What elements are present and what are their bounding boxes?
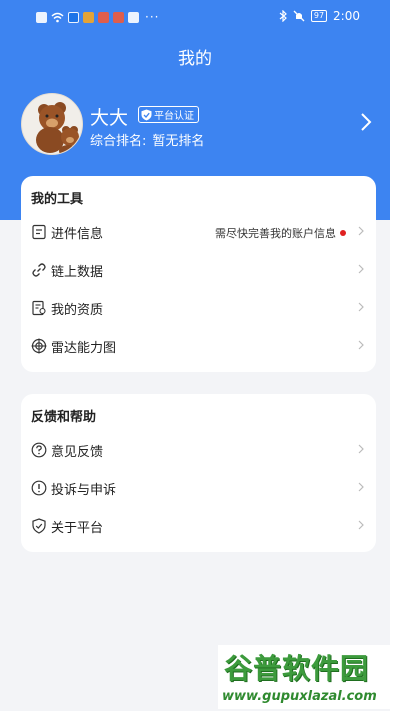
chevron-right-icon	[358, 226, 364, 236]
profile-screen: ··· 97 2:00 我的 大大 平台认证 综合排名: 暂无排名 我的工具 进…	[0, 0, 390, 711]
help-card: 反馈和帮助 意见反馈 投诉与申诉 关于平台	[21, 394, 376, 552]
tool-item-label: 链上数据	[51, 265, 104, 280]
help-item-feedback[interactable]: 意见反馈	[21, 432, 376, 468]
help-item-label: 关于平台	[51, 521, 104, 536]
exclamation-circle-icon	[31, 480, 47, 496]
tool-item-label: 雷达能力图	[51, 341, 117, 356]
tool-item-application-info[interactable]: 进件信息 需尽快完善我的账户信息	[21, 214, 376, 250]
status-bar: ··· 97 2:00	[0, 0, 390, 34]
rank-row: 综合排名: 暂无排名	[90, 130, 204, 149]
watermark-url: www.gupuxlazal.com	[222, 689, 377, 704]
app-notification-icon	[83, 11, 94, 23]
site-watermark: 谷普软件园 www.gupuxlazal.com	[218, 645, 396, 709]
tool-item-label: 我的资质	[51, 303, 104, 318]
help-card-title: 反馈和帮助	[31, 410, 97, 425]
help-item-label: 投诉与申诉	[51, 483, 117, 498]
help-item-label: 意见反馈	[51, 445, 104, 460]
chevron-right-icon	[358, 302, 364, 312]
chevron-right-icon	[358, 340, 364, 350]
verified-badge: 平台认证	[138, 106, 199, 123]
document-icon	[32, 224, 46, 240]
notification-icons: ···	[36, 10, 159, 24]
app-notification-icon	[128, 11, 139, 23]
avatar[interactable]	[21, 93, 83, 155]
radar-icon	[31, 338, 47, 354]
tools-card: 我的工具 进件信息 需尽快完善我的账户信息 链上数据 我的资质 雷达能力图	[21, 176, 376, 372]
mute-bell-icon	[293, 10, 305, 22]
link-icon	[32, 263, 46, 277]
shield-check-icon	[141, 109, 152, 120]
app-notification-icon	[68, 11, 79, 23]
tool-item-radar-chart[interactable]: 雷达能力图	[21, 328, 376, 364]
badge-label: 平台认证	[154, 111, 194, 122]
app-notification-icon	[113, 11, 124, 23]
shield-check-icon	[32, 518, 46, 534]
watermark-name: 谷普软件园	[224, 652, 370, 685]
app-notification-icon	[98, 11, 109, 23]
chevron-right-icon	[358, 264, 364, 274]
rank-value: 暂无排名	[152, 134, 205, 149]
chevron-right-icon[interactable]	[360, 112, 372, 132]
wifi-icon	[51, 12, 64, 22]
certificate-icon	[32, 300, 46, 316]
user-name: 大大	[90, 107, 129, 129]
bluetooth-icon	[279, 10, 287, 22]
chevron-right-icon	[358, 482, 364, 492]
more-notifications-indicator: ···	[145, 10, 160, 24]
unread-dot	[340, 230, 346, 236]
tools-card-title: 我的工具	[31, 192, 84, 207]
bear-avatar-icon	[36, 102, 79, 154]
notification-alert-icon	[36, 11, 47, 23]
page-title: 我的	[178, 49, 212, 69]
question-circle-icon	[31, 442, 47, 458]
system-icons: 97 2:00	[279, 9, 360, 23]
tool-item-qualifications[interactable]: 我的资质	[21, 290, 376, 326]
account-info-reminder: 需尽快完善我的账户信息	[215, 225, 346, 241]
tool-item-label: 进件信息	[51, 227, 104, 242]
chevron-right-icon	[358, 520, 364, 530]
clock: 2:00	[333, 9, 360, 23]
tool-item-chain-data[interactable]: 链上数据	[21, 252, 376, 288]
battery-icon: 97	[310, 10, 328, 22]
help-item-complaint[interactable]: 投诉与申诉	[21, 470, 376, 506]
reminder-text: 需尽快完善我的账户信息	[215, 227, 336, 240]
help-item-about[interactable]: 关于平台	[21, 508, 376, 544]
chevron-right-icon	[358, 444, 364, 454]
rank-label: 综合排名:	[90, 134, 147, 149]
